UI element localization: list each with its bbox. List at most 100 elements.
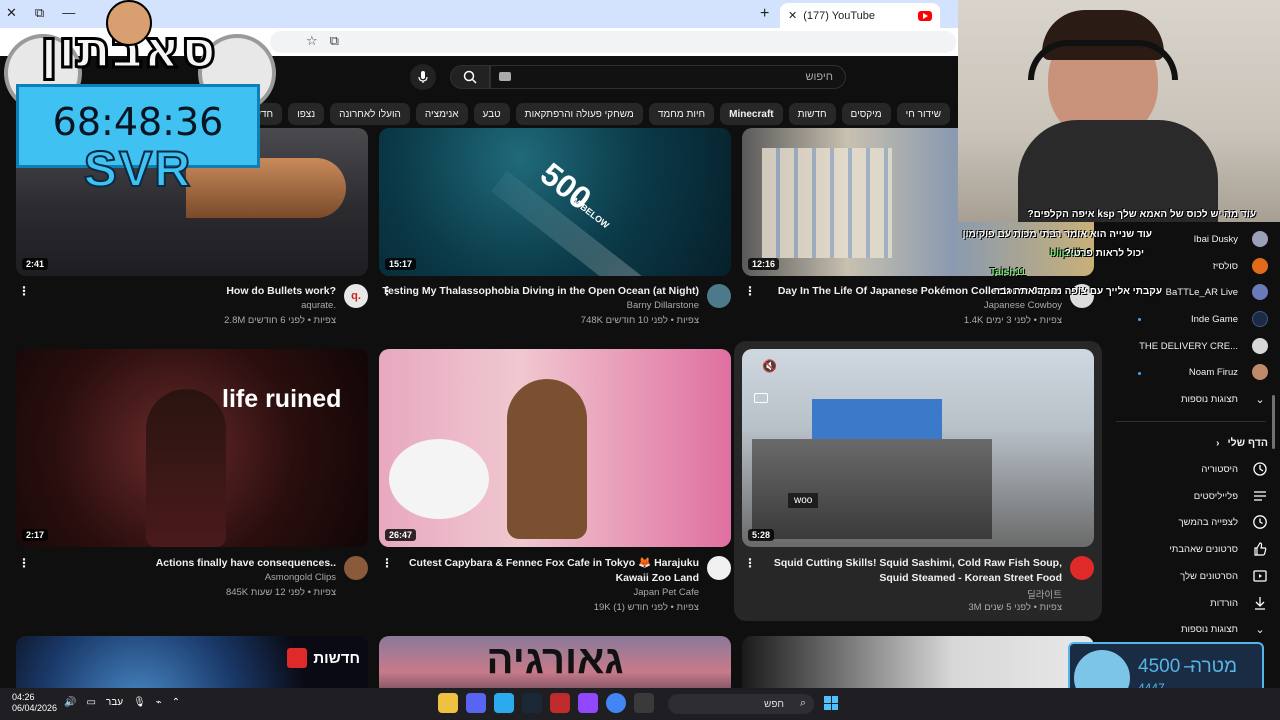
market-sign — [812, 399, 942, 439]
channel-name[interactable]: aqurate. — [301, 300, 336, 311]
taskbar-clock[interactable]: 04:26 06/04/2026 — [12, 692, 57, 714]
telegram-icon[interactable] — [494, 693, 514, 713]
sidebar-subscription[interactable]: THE DELIVERY CRE... — [1139, 333, 1268, 359]
new-tab-button[interactable]: + — [760, 6, 769, 22]
chip[interactable]: אנימציה — [415, 103, 468, 125]
chevron-up-icon[interactable]: ⌃ — [172, 697, 180, 708]
channel-avatar[interactable]: q. — [344, 284, 368, 308]
more-options-icon[interactable]: ⋮ — [381, 556, 393, 570]
sidebar-scrollbar[interactable] — [1272, 395, 1275, 449]
windows-start-icon[interactable] — [824, 696, 838, 710]
channel-avatar[interactable] — [344, 556, 368, 580]
sidebar-subscription[interactable]: Inde Game — [1191, 306, 1268, 332]
channel-name[interactable]: Asmongold Clips — [265, 572, 336, 583]
minimize-window-button[interactable]: — — [62, 5, 75, 21]
channel-name[interactable]: 딜라이트 — [1027, 587, 1062, 601]
video-thumbnail[interactable]: חדשות — [16, 636, 368, 696]
app-icon[interactable] — [550, 693, 570, 713]
video-title[interactable]: Cutest Capybara & Fennec Fox Cafe in Tok… — [399, 556, 699, 586]
channel-avatar[interactable] — [707, 556, 731, 580]
video-thumbnail[interactable]: 🔇 woo 5:28 — [742, 349, 1094, 547]
mute-icon[interactable]: 🔇 — [762, 359, 777, 373]
live-dot — [1138, 318, 1141, 321]
taskbar-apps — [438, 693, 654, 713]
chip[interactable]: מיקסים — [841, 103, 891, 125]
sidebar-item-downloads[interactable]: הורדות — [1210, 590, 1268, 616]
channel-avatar-icon — [1252, 338, 1268, 354]
more-options-icon[interactable]: ⋮ — [744, 556, 756, 570]
restore-window-button[interactable]: ⧉ — [35, 5, 44, 21]
install-app-icon[interactable]: ⧉ — [330, 33, 339, 49]
video-meta: 748K צפיות • לפני 10 חודשים — [580, 315, 699, 326]
video-title[interactable]: Squid Cutting Skills! Squid Sashimi, Col… — [752, 556, 1062, 586]
video-title[interactable]: How do Bullets work? — [36, 284, 336, 299]
steam-icon[interactable] — [522, 693, 542, 713]
video-thumbnail[interactable]: life ruined 2:17 — [16, 349, 368, 547]
sidebar-my-section[interactable]: › הדף שלי — [1216, 430, 1268, 456]
sidebar-item-watch-later[interactable]: לצפייה בהמשך — [1178, 509, 1268, 535]
input-language[interactable]: עבר — [106, 697, 123, 708]
channel-avatar[interactable] — [1070, 556, 1094, 580]
chip[interactable]: Minecraft — [720, 103, 783, 125]
video-title[interactable]: Testing My Thalassophobia Diving in the … — [379, 284, 699, 299]
microphone-tray-icon[interactable]: 🎙 — [133, 697, 146, 708]
chip[interactable]: הועלו לאחרונה — [330, 103, 410, 125]
twitch-icon[interactable] — [578, 693, 598, 713]
sidebar-item-liked[interactable]: סרטונים שאהבתי — [1169, 536, 1268, 562]
chip[interactable]: חדשות — [788, 103, 836, 125]
close-window-button[interactable]: ✕ — [6, 5, 17, 21]
channel-name[interactable]: Barny Dillarstone — [627, 300, 699, 311]
channel-name[interactable]: Japan Pet Cafe — [634, 587, 700, 598]
keyboard-icon[interactable] — [499, 72, 511, 81]
chip[interactable]: חיות מחמד — [648, 103, 715, 125]
sidebar-show-more[interactable]: תצוגות נוספות ⌄ — [1181, 386, 1268, 412]
tab-close-icon[interactable]: ✕ — [788, 9, 797, 22]
chip[interactable]: שידור חי — [896, 103, 950, 125]
more-options-icon[interactable]: ⋮ — [744, 284, 756, 298]
channel-name[interactable]: Japanese Cowboy — [984, 300, 1062, 311]
sidebar-item-history[interactable]: היסטוריה — [1201, 456, 1268, 482]
window-app-icon[interactable] — [634, 693, 654, 713]
channel-avatar[interactable] — [707, 284, 731, 308]
webcam-overlay — [958, 0, 1280, 222]
video-duration: 26:47 — [385, 529, 417, 541]
video-thumbnail[interactable]: 26:47 — [379, 349, 731, 547]
chip[interactable]: משחקי פעולה והרפתקאות — [515, 103, 643, 125]
sidebar-item-your-videos[interactable]: הסרטונים שלך — [1180, 563, 1268, 589]
file-explorer-icon[interactable] — [438, 693, 458, 713]
more-options-icon[interactable]: ⋮ — [381, 284, 393, 298]
display-icon[interactable]: ▭ — [86, 697, 95, 708]
sidebar-subscription[interactable]: Noam Firuz — [1189, 359, 1268, 385]
network-icon[interactable]: ⌁ — [156, 697, 162, 708]
sidebar-item-label: פלייליסטים — [1193, 490, 1238, 502]
omnibox[interactable] — [270, 31, 956, 53]
taskbar-search[interactable]: חפש ⌕ — [668, 694, 814, 714]
more-options-icon[interactable]: ⋮ — [18, 284, 30, 298]
taskbar-date: 06/04/2026 — [12, 703, 58, 713]
volume-icon[interactable]: 🔊 — [64, 697, 76, 708]
goal-target: 4500 — [1138, 656, 1181, 677]
video-title[interactable]: Actions finally have consequences.. — [36, 556, 336, 571]
category-chips: שידור חי מיקסים חדשות Minecraft חיות מחמ… — [209, 103, 950, 125]
thumb-caption: life ruined — [222, 385, 342, 413]
chip[interactable]: טבע — [473, 103, 510, 125]
sidebar-item-playlists[interactable]: פלייליסטים — [1194, 483, 1268, 509]
search-input[interactable]: חיפוש — [490, 65, 846, 89]
chrome-icon[interactable] — [606, 693, 626, 713]
bookmark-star-icon[interactable]: ☆ — [306, 33, 318, 49]
browser-tab[interactable]: ✕ (177) YouTube — [780, 3, 940, 28]
discord-icon[interactable] — [466, 693, 486, 713]
market-stalls — [752, 439, 992, 539]
sidebar-subscription[interactable]: BaTTLe_AR Live — [1166, 279, 1268, 305]
chip[interactable]: נצפו — [288, 103, 325, 125]
captions-icon[interactable] — [754, 393, 768, 403]
video-thumbnail[interactable]: גאורגיה — [379, 636, 731, 696]
video-thumbnail[interactable]: 500 M BELOW 15:17 — [379, 128, 731, 276]
download-icon — [1255, 597, 1265, 610]
search-button[interactable] — [450, 65, 490, 89]
sidebar-show-more-2[interactable]: תצוגות נוספות ⌄ — [1181, 616, 1268, 642]
voice-search-button[interactable] — [410, 64, 436, 90]
more-options-icon[interactable]: ⋮ — [18, 556, 30, 570]
video-meta: 19K צפיות • לפני חודש (1) — [593, 602, 699, 613]
video-thumbnail[interactable] — [742, 636, 1094, 696]
